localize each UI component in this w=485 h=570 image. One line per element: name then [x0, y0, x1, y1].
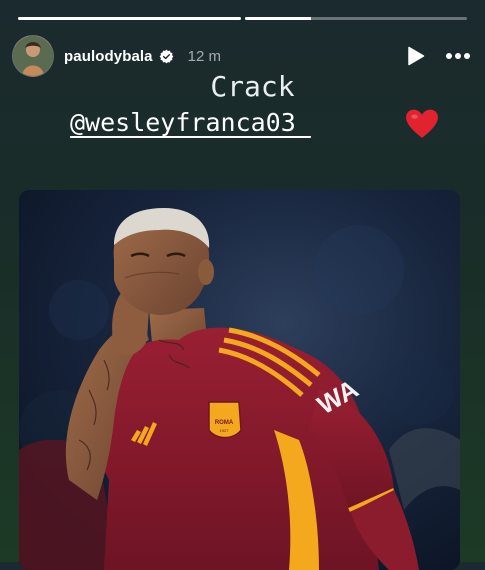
progress-segment [18, 17, 241, 20]
header-actions [407, 46, 471, 66]
play-button[interactable] [407, 46, 425, 66]
mention-link[interactable]: @wesleyfranca03_ [70, 108, 311, 137]
progress-fill [244, 17, 312, 20]
story-photo[interactable]: WA ROMA 1927 [19, 190, 460, 570]
more-dots-icon [446, 53, 470, 59]
crest-year: 1927 [220, 428, 230, 433]
verified-badge-icon [159, 49, 173, 63]
play-icon [408, 46, 425, 66]
more-options-button[interactable] [445, 52, 471, 60]
story-progress-bar [18, 17, 467, 20]
caption-text: Crack [210, 70, 295, 103]
timestamp: 12 m [187, 47, 221, 65]
progress-segment [244, 17, 467, 20]
heart-icon [406, 109, 438, 138]
player-photo: WA ROMA 1927 [19, 190, 460, 570]
progress-fill [18, 17, 241, 20]
crest-text: ROMA [215, 420, 234, 426]
username[interactable]: paulodybala [64, 48, 153, 65]
